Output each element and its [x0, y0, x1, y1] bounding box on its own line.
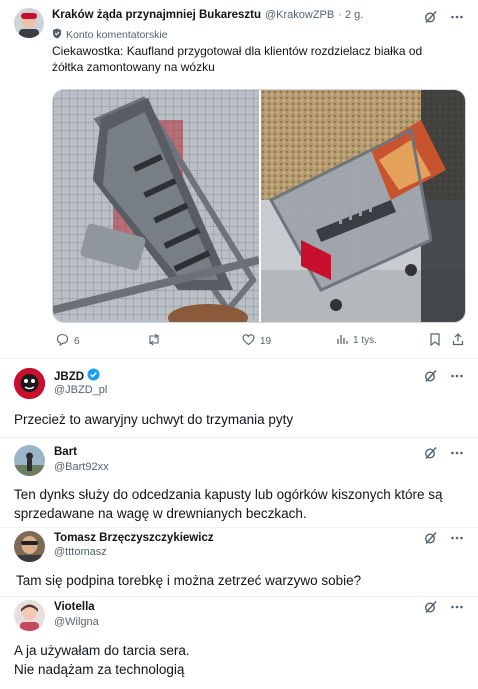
reply-text: Ten dynks służy do odcedzania kapusty lu… [14, 485, 442, 523]
reply-text-line: Nie nadążam za technologią [14, 662, 185, 677]
reply-icon [56, 333, 69, 349]
reply-jbzd[interactable]: JBZD @JBZD_pl Przecież to awaryjny uchwy… [0, 359, 478, 437]
post-text-line: żółtka zamontowany na wózku [52, 59, 215, 74]
views-count: 1 tys. [353, 335, 377, 346]
author-name[interactable]: Kraków żąda przynajmniej Bukaresztu [52, 9, 261, 21]
account-badge[interactable]: Konto komentatorskie [66, 29, 168, 41]
post-time[interactable]: · 2 g. [338, 9, 363, 21]
avatar[interactable] [14, 531, 45, 562]
reply-text: Przecież to awaryjny uchwyt do trzymania… [14, 412, 294, 427]
reply-text-line: A ja używałam do tarcia sera. [14, 643, 190, 658]
avatar[interactable] [14, 368, 45, 399]
share-icon[interactable] [452, 333, 464, 351]
bookmark-icon[interactable] [429, 333, 441, 351]
reply-text-line: sprzedawane na wagę w drewnianych beczka… [14, 506, 307, 521]
avatar[interactable] [14, 600, 45, 631]
like-count: 19 [260, 335, 272, 347]
reply-action[interactable]: 6 [56, 333, 80, 349]
reply-text: A ja używałam do tarcia sera. Nie nadąża… [14, 641, 190, 679]
author-name[interactable]: Viotella [54, 601, 95, 613]
author-handle[interactable]: @Wilgna [54, 616, 99, 628]
author-handle[interactable]: @Bart92xx [54, 461, 109, 473]
photo-2[interactable] [261, 90, 465, 322]
views-action[interactable]: 1 tys. [336, 333, 377, 348]
author-name[interactable]: JBZD [54, 371, 84, 383]
more-icon[interactable] [450, 446, 464, 460]
grok-icon[interactable] [424, 10, 438, 24]
grok-icon[interactable] [424, 446, 438, 460]
shield-icon [52, 26, 62, 44]
author-handle[interactable]: @tttomasz [54, 546, 107, 558]
reply-bart[interactable]: Bart @Bart92xx Ten dynks służy do odcedz… [0, 438, 478, 527]
more-icon[interactable] [450, 600, 464, 614]
grok-icon[interactable] [424, 369, 438, 383]
reply-viotella[interactable]: Viotella @Wilgna A ja używałam do tarcia… [0, 597, 478, 689]
avatar[interactable] [14, 445, 45, 476]
avatar[interactable] [14, 8, 44, 38]
photo-1[interactable] [53, 90, 260, 322]
post-text: Ciekawostka: Kaufland przygotował dla kl… [52, 44, 422, 75]
more-icon[interactable] [450, 369, 464, 383]
repost-icon [147, 333, 161, 349]
media-gallery[interactable] [52, 89, 466, 323]
grok-icon[interactable] [424, 600, 438, 614]
main-post[interactable]: Kraków żąda przynajmniej Bukaresztu @Kra… [0, 0, 478, 358]
reply-tomasz[interactable]: Tomasz Brzęczyszczykiewicz @tttomasz Tam… [0, 528, 478, 596]
author-handle[interactable]: @JBZD_pl [54, 384, 107, 396]
reply-text: Tam się podpina torebkę i można zetrzeć … [16, 573, 362, 588]
grok-icon[interactable] [424, 531, 438, 545]
author-name[interactable]: Tomasz Brzęczyszczykiewicz [54, 532, 214, 544]
more-icon[interactable] [450, 531, 464, 545]
reply-text-line: Ten dynks służy do odcedzania kapusty lu… [14, 487, 443, 502]
author-name[interactable]: Bart [54, 446, 77, 458]
like-action[interactable]: 19 [242, 333, 271, 349]
post-text-line: Ciekawostka: Kaufland przygotował dla kl… [52, 44, 423, 58]
reply-count: 6 [74, 335, 80, 347]
action-bar: 6 19 1 tys. [52, 333, 466, 349]
views-icon [336, 333, 348, 348]
repost-action[interactable] [147, 333, 166, 349]
author-handle[interactable]: @KrakowZPB [265, 9, 334, 21]
more-icon[interactable] [450, 10, 464, 24]
like-icon [242, 333, 255, 349]
